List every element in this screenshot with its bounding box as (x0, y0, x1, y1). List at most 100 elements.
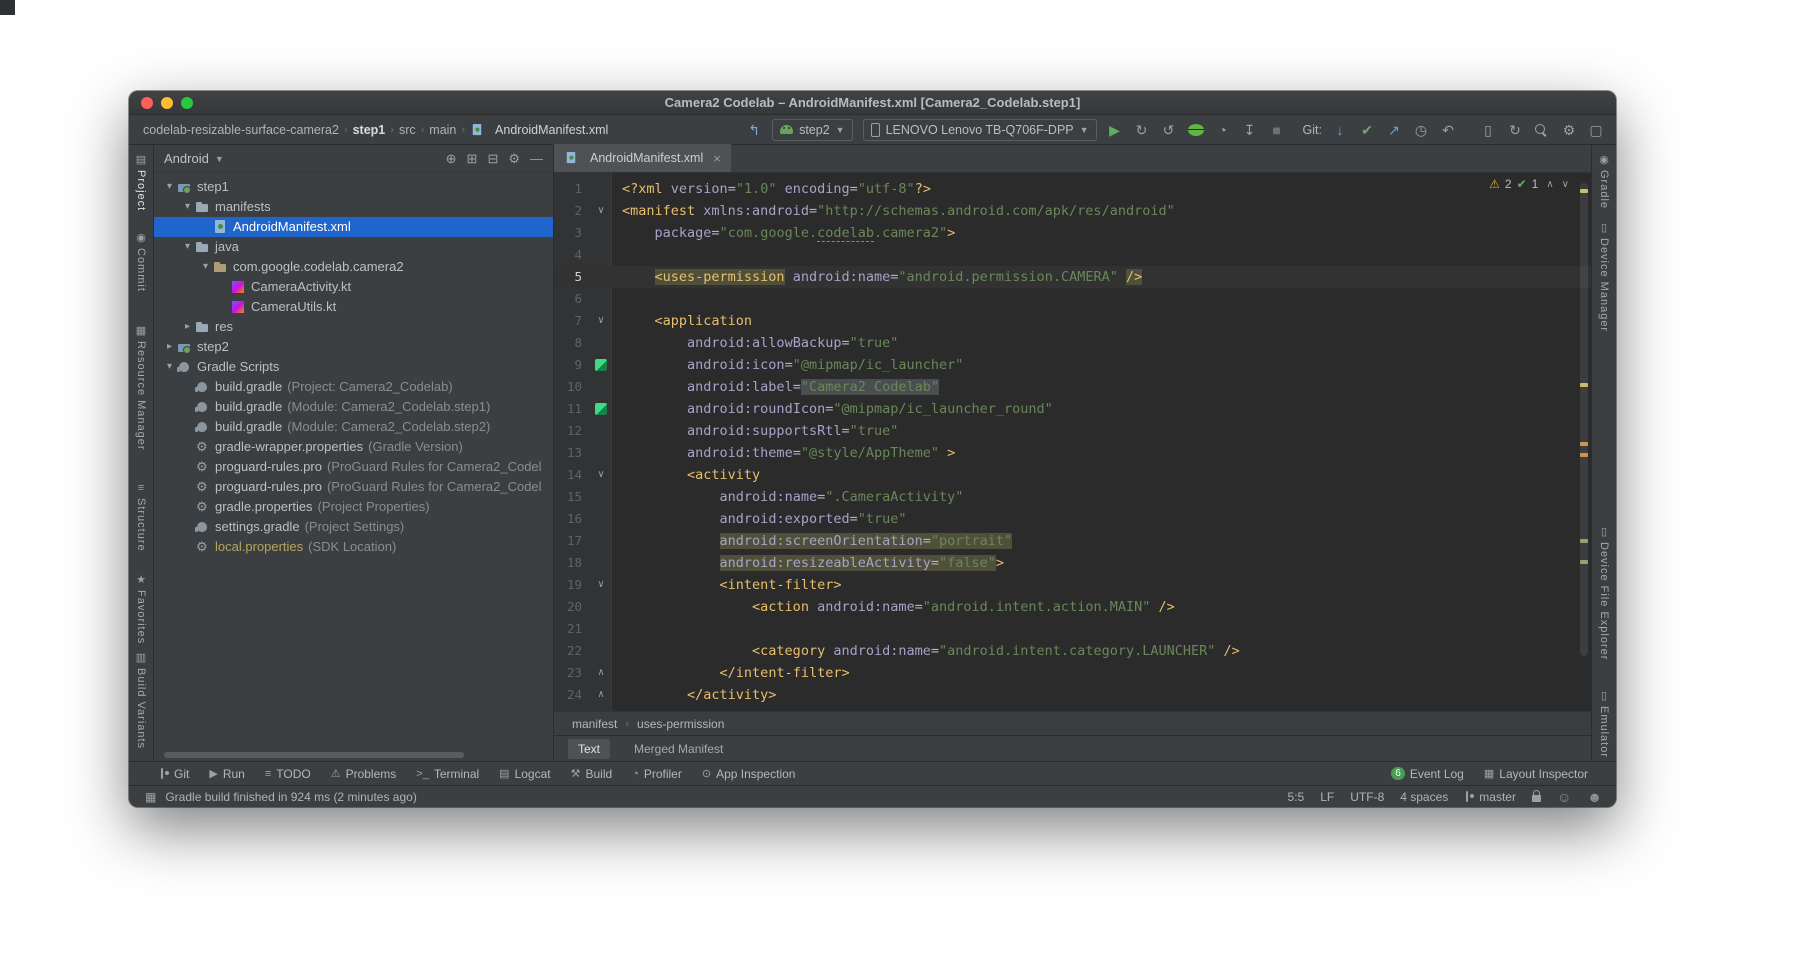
fold-icon[interactable]: ∨ (590, 310, 612, 332)
tool-button-app-inspection[interactable]: ⊙ App Inspection (702, 767, 796, 781)
panel-settings-icon[interactable]: ⚙ (508, 151, 520, 167)
prev-issue-icon[interactable]: ∧ (1546, 179, 1553, 190)
feedback-smiley-icon[interactable]: ☺ (1557, 789, 1571, 805)
code-line[interactable]: 6 (554, 288, 1591, 310)
code-line[interactable]: 10 android:label="Camera2 Codelab" (554, 376, 1591, 398)
breadcrumb-item[interactable]: main (429, 123, 456, 137)
gradle-sync-icon[interactable]: ↻ (1507, 123, 1523, 137)
back-arrow-icon[interactable]: ↰ (746, 123, 762, 137)
run-configuration-select[interactable]: step2 ▼ (772, 118, 853, 141)
code-line[interactable]: 15 android:name=".CameraActivity" (554, 486, 1591, 508)
editor-breadcrumb-item[interactable]: manifest (572, 717, 617, 731)
code-line[interactable]: 20 <action android:name="android.intent.… (554, 596, 1591, 618)
code-line[interactable]: 9 android:icon="@mipmap/ic_launcher" (554, 354, 1591, 376)
tree-item[interactable]: ▾ java (154, 237, 553, 257)
breadcrumb-item[interactable]: codelab-resizable-surface-camera2 (143, 123, 339, 137)
tree-item[interactable]: CameraUtils.kt (154, 297, 553, 317)
tree-item[interactable]: ▾ manifests (154, 197, 553, 217)
commit-button[interactable]: ✔ (1359, 123, 1375, 137)
stripe-item-build-variants[interactable]: ▥ Build Variants (135, 652, 147, 749)
code-line[interactable]: 18 android:resizeableActivity="false"> (554, 552, 1591, 574)
fold-icon[interactable]: ∨ (590, 200, 612, 222)
tool-button-terminal[interactable]: >_ Terminal (416, 767, 479, 781)
chevron-expanded-icon[interactable]: ▾ (180, 237, 195, 257)
code-line[interactable]: 21 (554, 618, 1591, 640)
settings-icon[interactable]: ⚙ (1561, 123, 1577, 137)
tree-item[interactable]: ▸ res (154, 317, 553, 337)
chevron-collapsed-icon[interactable]: ▸ (180, 317, 195, 337)
device-manager-icon[interactable]: ▯ (1480, 123, 1496, 137)
notifications-smiley-icon[interactable]: ☻ (1587, 789, 1602, 805)
tree-item[interactable]: ▸ step2 (154, 337, 553, 357)
tree-item[interactable]: AndroidManifest.xml (154, 217, 553, 237)
attach-debugger-button[interactable]: ↧ (1242, 123, 1258, 137)
hide-panel-icon[interactable]: — (530, 151, 543, 167)
push-button[interactable]: ↗ (1386, 123, 1402, 137)
locate-file-icon[interactable]: ⊕ (446, 151, 457, 167)
code-line[interactable]: 22 <category android:name="android.inten… (554, 640, 1591, 662)
stripe-item-device-file-explorer[interactable]: ▯ Device File Explorer (1598, 527, 1610, 661)
close-window-button[interactable] (141, 96, 153, 109)
git-branch[interactable]: master (1464, 790, 1516, 804)
code-editor[interactable]: 1 <?xml version="1.0" encoding="utf-8"?> 2… (554, 173, 1591, 711)
apply-changes-button[interactable]: ↻ (1134, 123, 1150, 137)
profiler-button[interactable]: ◔ (1215, 123, 1231, 137)
expand-all-icon[interactable]: ⊞ (467, 151, 478, 167)
tool-button-logcat[interactable]: ▤ Logcat (499, 767, 550, 781)
tree-item[interactable]: CameraActivity.kt (154, 277, 553, 297)
debug-button[interactable] (1187, 123, 1204, 136)
code-line[interactable]: 11 android:roundIcon="@mipmap/ic_launche… (554, 398, 1591, 420)
device-select[interactable]: LENOVO Lenovo TB-Q706F-DPP ▼ (862, 118, 1097, 141)
code-line[interactable]: 4 (554, 244, 1591, 266)
fold-icon[interactable]: ∧ (590, 662, 612, 684)
tool-button-event-log[interactable]: 6 Event Log (1391, 767, 1464, 781)
code-line[interactable]: 2 ∨ <manifest xmlns:android="http://schema… (554, 200, 1591, 222)
next-issue-icon[interactable]: ∨ (1562, 179, 1569, 190)
code-line[interactable]: 24 ∧ </activity> (554, 684, 1591, 706)
code-line[interactable]: 19 ∨ <intent-filter> (554, 574, 1591, 596)
code-line[interactable]: 13 android:theme="@style/AppTheme" > (554, 442, 1591, 464)
tree-item[interactable]: gradle.properties (Project Properties) (154, 497, 553, 517)
tool-windows-toggle-icon[interactable]: ▦ (145, 790, 156, 804)
chevron-expanded-icon[interactable]: ▾ (180, 197, 195, 217)
lock-icon[interactable] (1531, 790, 1541, 802)
tool-button-layout-inspector[interactable]: ▦ Layout Inspector (1484, 767, 1588, 781)
stripe-item-emulator[interactable]: ▯ Emulator (1598, 690, 1610, 758)
image-preview-icon[interactable] (590, 354, 612, 376)
tool-button-profiler[interactable]: ◔ Profiler (632, 767, 682, 781)
code-line[interactable]: 16 android:exported="true" (554, 508, 1591, 530)
minimize-window-button[interactable] (161, 96, 173, 109)
bottom-tab-text[interactable]: Text (568, 738, 611, 759)
stripe-item-gradle[interactable]: ◉ Gradle (1598, 155, 1610, 210)
file-encoding[interactable]: UTF-8 (1350, 790, 1384, 804)
tree-item[interactable]: gradle-wrapper.properties (Gradle Version… (154, 437, 553, 457)
stripe-item-favorites[interactable]: ★ Favorites (135, 575, 147, 645)
tree-item[interactable]: ▾ Gradle Scripts (154, 357, 553, 377)
fold-icon[interactable]: ∧ (590, 684, 612, 706)
chevron-expanded-icon[interactable]: ▾ (198, 257, 213, 277)
breadcrumb-item[interactable]: step1 (353, 123, 386, 137)
caret-position[interactable]: 5:5 (1288, 790, 1305, 804)
window-layout-icon[interactable]: ▢ (1588, 123, 1604, 137)
stripe-item-structure[interactable]: ≡ Structure (135, 482, 147, 551)
tool-button-todo[interactable]: ≡ TODO (265, 767, 311, 781)
bottom-tab-merged-manifest[interactable]: Merged Manifest (624, 739, 733, 759)
fold-icon[interactable]: ∨ (590, 464, 612, 486)
stripe-item-project[interactable]: ▤ Project (135, 155, 147, 212)
tree-item[interactable]: build.gradle (Project: Camera2_Codelab) (154, 377, 553, 397)
code-line[interactable]: 1 <?xml version="1.0" encoding="utf-8"?> (554, 178, 1591, 200)
rollback-button[interactable]: ↶ (1440, 123, 1456, 137)
stop-button[interactable]: ■ (1269, 123, 1285, 137)
stripe-item-commit[interactable]: ◉ Commit (135, 233, 147, 292)
code-line[interactable]: 17 android:screenOrientation="portrait" (554, 530, 1591, 552)
editor-breadcrumb-item[interactable]: uses-permission (637, 717, 724, 731)
run-button[interactable]: ▶ (1107, 123, 1123, 137)
close-tab-icon[interactable]: × (713, 151, 721, 166)
collapse-all-icon[interactable]: ⊟ (487, 151, 498, 167)
code-line[interactable]: 23 ∧ </intent-filter> (554, 662, 1591, 684)
tool-button-problems[interactable]: ⚠ Problems (331, 767, 397, 781)
code-line[interactable]: 3 package="com.google.codelab.camera2"> (554, 222, 1591, 244)
tree-item[interactable]: ▾ com.google.codelab.camera2 (154, 257, 553, 277)
tool-button-run[interactable]: ▶ Run (209, 767, 244, 781)
maximize-window-button[interactable] (181, 96, 193, 109)
